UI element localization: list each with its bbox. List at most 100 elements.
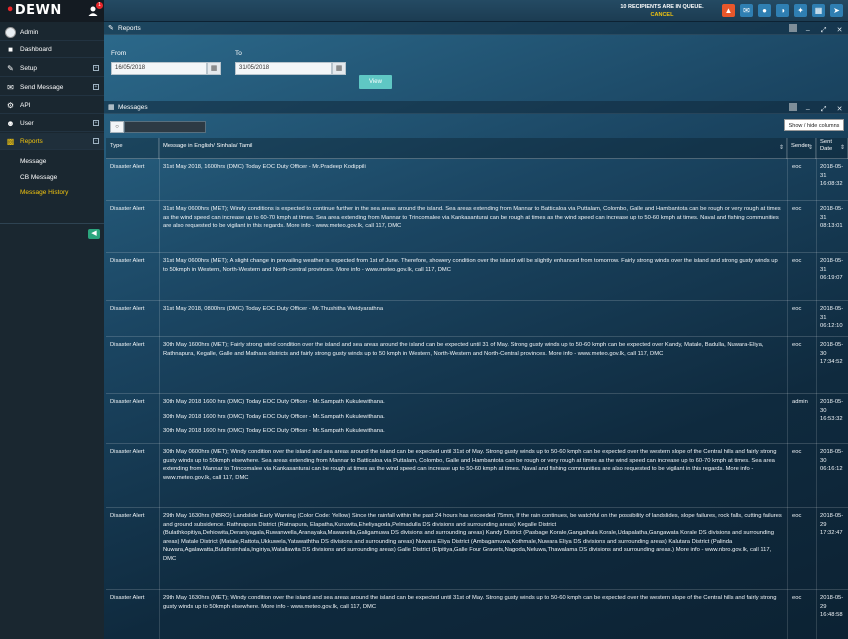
column-header-sent-date[interactable]: Sent Date ⇕ [816, 138, 848, 159]
message-paragraph: 29th May 1630hrs (MET); Windy condition … [163, 595, 777, 610]
sidebar-collapse-button[interactable]: ◀ [88, 229, 100, 239]
cell-message: 29th May 1630hrs (NBRO) Landslide Early … [163, 512, 783, 569]
collapse-icon[interactable]: - [93, 138, 99, 144]
app-logo[interactable]: •DEWN [6, 3, 62, 18]
sidebar-item-setup[interactable]: ✎ Setup + [0, 60, 104, 77]
fullscreen-icon[interactable]: ✦ [794, 4, 807, 17]
messages-table: Type Message in English/ Sinhala/ Tamil ⇕… [106, 138, 848, 639]
cell-sent-date: 2018-05-29 16:48:58 [820, 595, 844, 618]
message-paragraph: 31st May 2018, 1600hrs (DMC) Today EOC D… [163, 164, 366, 170]
microphone-icon[interactable]: ◑ [776, 4, 789, 17]
message-paragraph: 31st May 0600hrs (MET); A slight change … [163, 258, 778, 273]
cell-message: 30th May 2018 1600 hrs (DMC) Today EOC D… [163, 398, 783, 442]
top-bar: •DEWN 1 10 RECIPIENTS ARE IN QUEUE. CANC… [0, 0, 848, 22]
dashboard-icon: ■ [8, 45, 13, 54]
queue-count-text: 10 RECIPIENTS ARE IN QUEUE. [620, 4, 704, 10]
sidebar-item-api[interactable]: ⚙ API [0, 97, 104, 114]
table-row[interactable]: Disaster Alert 31st May 2018, 1600hrs (DM… [106, 159, 848, 201]
sidebar-subitem-cb-message[interactable]: CB Message [20, 174, 57, 181]
sidebar-subitem-message[interactable]: Message [20, 158, 46, 165]
column-header-message[interactable]: Message in English/ Sinhala/ Tamil ⇕ [159, 138, 787, 159]
cell-sent-date: 2018-05-30 06:16:12 [820, 449, 844, 472]
calendar-icon[interactable]: ▦ [207, 62, 221, 75]
reports-filter: From 16/05/2018 ▦ To 31/05/2018 ▦ View [104, 35, 848, 93]
expand-icon[interactable]: + [93, 84, 99, 90]
calendar-icon[interactable]: ▦ [332, 62, 346, 75]
cell-message: 31st May 2018, 0800hrs (DMC) Today EOC D… [163, 305, 783, 320]
cell-sender: eoc [792, 513, 802, 519]
column-header-type[interactable]: Type [106, 138, 159, 159]
from-label: From [111, 50, 127, 57]
expand-icon[interactable]: + [93, 120, 99, 126]
sidebar-item-label: Setup [20, 65, 37, 72]
table-row[interactable]: Disaster Alert 30th May 2018 1600 hrs (DM… [106, 394, 848, 444]
panel-tools: – ⤢ ✕ [784, 103, 844, 114]
sidebar-item-user[interactable]: ☻ User + [0, 115, 104, 132]
cell-type: Disaster Alert [110, 258, 145, 264]
cell-sent-date: 2018-05-31 06:19:07 [820, 258, 844, 281]
sidebar-item-send-message[interactable]: ✉ Send Message + [0, 79, 104, 96]
reports-panel-header: ✎ Reports – ⤢ ✕ [104, 22, 848, 35]
mail-icon[interactable]: ✉ [740, 4, 753, 17]
table-row[interactable]: Disaster Alert 29th May 1630hrs (MET); Wi… [106, 590, 848, 639]
edit-icon: ✎ [7, 64, 14, 73]
cell-sent-date: 2018-05-31 08:13:01 [820, 206, 844, 229]
panel-title: Messages [118, 104, 148, 111]
sidebar-subitem-message-history[interactable]: Message History [20, 189, 68, 196]
show-hide-columns-button[interactable]: Show / hide columns [784, 119, 844, 131]
table-row[interactable]: Disaster Alert 30th May 0600hrs (MET); Wi… [106, 444, 848, 508]
to-date-input[interactable]: 31/05/2018 [235, 62, 332, 75]
sidebar-item-label: Send Message [20, 84, 64, 91]
from-date-input[interactable]: 16/05/2018 [111, 62, 207, 75]
message-paragraph: 31st May 0600hrs (MET); Windy conditions… [163, 206, 781, 229]
main-content: ✎ Reports – ⤢ ✕ From 16/05/2018 ▦ To 31/… [104, 22, 848, 639]
search-icon[interactable]: ○ [110, 121, 124, 133]
cell-message: 31st May 2018, 1600hrs (DMC) Today EOC D… [163, 163, 783, 178]
table-row[interactable]: Disaster Alert 31st May 2018, 0800hrs (DM… [106, 301, 848, 337]
sidebar-item-label: API [20, 102, 31, 109]
sidebar-item-reports[interactable]: ▩ Reports - [0, 133, 104, 150]
user-add-icon[interactable]: 1 [88, 2, 103, 17]
column-header-sender[interactable]: Sender ⇕ [787, 138, 816, 159]
to-label: To [235, 50, 242, 57]
panel-settings-icon[interactable] [788, 24, 797, 32]
user-profile[interactable]: Admin [0, 24, 104, 41]
minimize-icon[interactable]: – [803, 26, 812, 35]
sidebar-item-dashboard[interactable]: ■ Dashboard [0, 41, 104, 58]
expand-icon[interactable]: ⤢ [819, 105, 828, 114]
sitemap-icon[interactable]: ▦ [812, 4, 825, 17]
warning-icon[interactable]: ▲ [722, 4, 735, 17]
cell-type: Disaster Alert [110, 306, 145, 312]
message-paragraph: 31st May 2018, 0800hrs (DMC) Today EOC D… [163, 306, 384, 312]
search-input[interactable] [124, 121, 206, 133]
close-icon[interactable]: ✕ [835, 105, 844, 114]
sidebar-divider [0, 223, 104, 224]
table-row[interactable]: Disaster Alert 31st May 0600hrs (MET); A … [106, 253, 848, 301]
messages-toolbar: ○ Show / hide columns [104, 115, 848, 137]
queue-cancel-link[interactable]: CANCEL [612, 11, 712, 19]
view-button[interactable]: View [359, 75, 392, 89]
table-row[interactable]: Disaster Alert 31st May 0600hrs (MET); Wi… [106, 201, 848, 253]
cell-sent-date: 2018-05-31 06:12:10 [820, 306, 844, 329]
minimize-icon[interactable]: – [803, 105, 812, 114]
panel-settings-icon[interactable] [788, 103, 797, 111]
cell-type: Disaster Alert [110, 595, 145, 601]
avatar [5, 27, 16, 38]
envelope-icon: ✉ [7, 83, 14, 92]
cell-type: Disaster Alert [110, 399, 145, 405]
sort-icon: ⇕ [839, 145, 845, 151]
sort-icon: ⇕ [807, 145, 813, 151]
globe-icon[interactable]: ● [758, 4, 771, 17]
logout-icon[interactable]: ➤ [830, 4, 843, 17]
table-row[interactable]: Disaster Alert 29th May 1630hrs (NBRO) La… [106, 508, 848, 590]
cell-sender: eoc [792, 206, 802, 212]
close-icon[interactable]: ✕ [835, 26, 844, 35]
notification-badge: 1 [96, 2, 103, 9]
expand-icon[interactable]: + [93, 65, 99, 71]
cell-sender: eoc [792, 258, 802, 264]
table-row[interactable]: Disaster Alert 30th May 1600hrs (MET); Fa… [106, 337, 848, 394]
users-icon: ☻ [6, 119, 15, 128]
cell-sent-date: 2018-05-31 16:08:32 [820, 164, 844, 187]
edit-icon: ✎ [108, 25, 114, 32]
expand-icon[interactable]: ⤢ [819, 26, 828, 35]
